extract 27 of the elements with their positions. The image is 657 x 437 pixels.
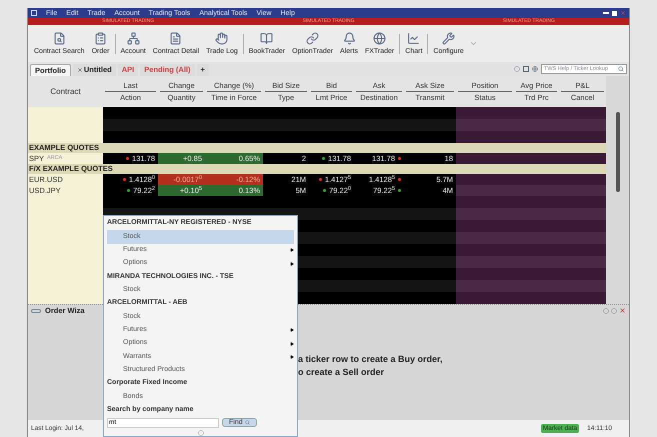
hand-icon [215, 32, 228, 45]
app-icon [31, 10, 37, 16]
close-icon[interactable] [619, 307, 626, 314]
search-icon [244, 420, 250, 426]
instruction-text: a ticker row to create a Buy order, [298, 353, 444, 366]
book-icon [260, 32, 274, 45]
network-icon [126, 32, 140, 45]
document-icon [169, 32, 182, 45]
close-tab-icon[interactable] [76, 67, 83, 73]
close-icon[interactable] [620, 10, 626, 16]
globe-icon[interactable] [532, 66, 538, 72]
more-icon[interactable] [468, 39, 478, 48]
wrench-icon [442, 32, 456, 45]
bell-icon [342, 32, 356, 45]
link-icon [306, 32, 320, 45]
resize-handle-icon[interactable] [198, 430, 204, 436]
maximize-icon[interactable] [612, 10, 617, 16]
globe-icon [373, 32, 386, 45]
clipboard-icon [94, 32, 108, 45]
line-chart-icon [407, 32, 420, 45]
search-icon[interactable] [618, 66, 624, 72]
panel-toggle-icon[interactable] [31, 308, 41, 312]
circle-icon[interactable] [514, 66, 520, 72]
instruction-text: o create a Sell order [298, 366, 386, 379]
column-header[interactable]: Contract [50, 86, 81, 98]
document-search-icon [52, 32, 66, 45]
scrollbar[interactable] [616, 112, 620, 192]
